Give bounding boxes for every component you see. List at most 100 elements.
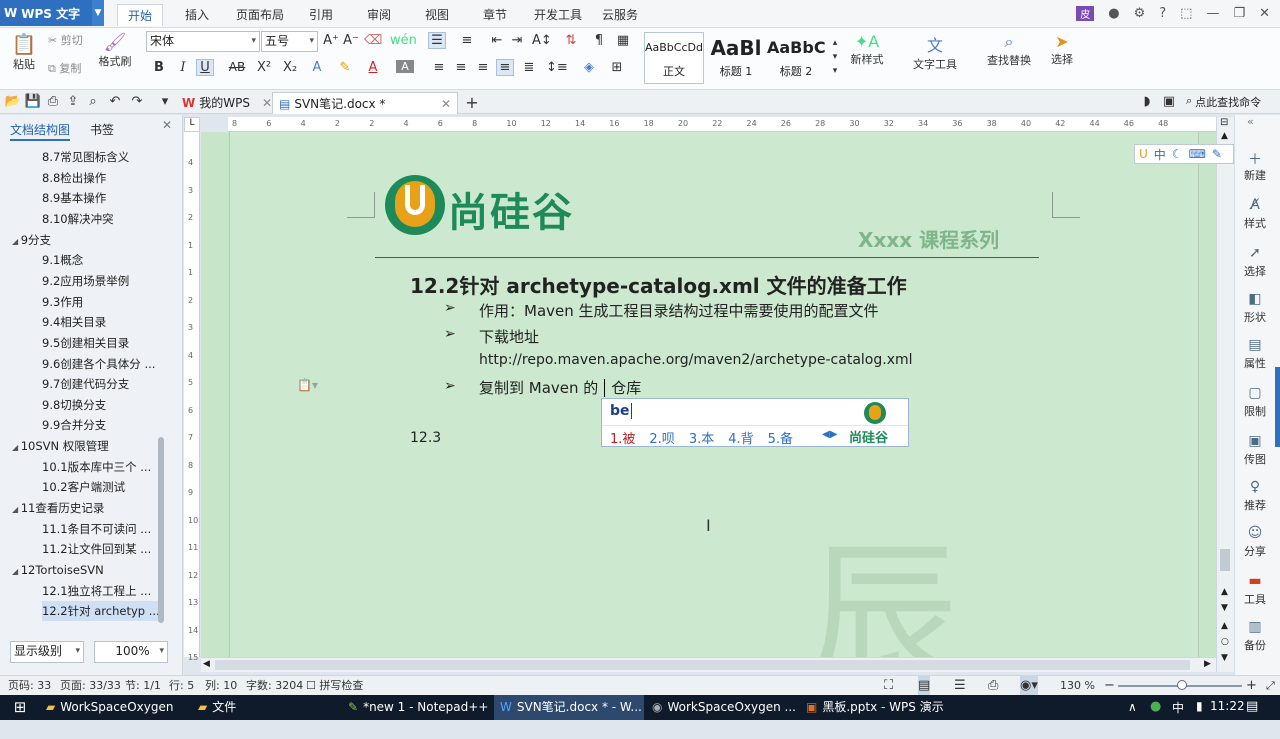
print-icon[interactable]: ⎙ — [44, 94, 62, 109]
tray-ime[interactable]: 中 — [1172, 699, 1184, 716]
expand-icon[interactable]: ◢ — [12, 567, 21, 576]
new-style-button[interactable]: ✦A 新样式 — [842, 32, 892, 67]
next-object-icon[interactable]: ▼ — [1221, 653, 1228, 663]
outline-item[interactable]: 9.2应用场景举例 — [42, 271, 160, 291]
ime-page-arrows-icon[interactable]: ◀▶ — [822, 429, 837, 440]
sidebar-style[interactable]: A̸ 样式 — [1235, 197, 1275, 231]
underline-button[interactable]: U — [196, 59, 214, 76]
taskbar-item[interactable]: ▰ WorkSpaceOxygen — [40, 695, 190, 720]
distributed-icon[interactable]: ≣ — [520, 60, 538, 75]
maximize-icon[interactable]: ❐ — [1233, 6, 1245, 21]
customize-icon[interactable]: ▾ — [156, 94, 174, 109]
bullet-text[interactable]: 作用：Maven 生成工程目录结构过程中需要使用的配置文件 — [479, 300, 879, 321]
align-right-icon[interactable]: ≡ — [474, 60, 492, 75]
paste-button[interactable]: 📋 粘贴 — [6, 32, 42, 72]
sidebar-properties[interactable]: ▤ 属性 — [1235, 337, 1275, 371]
save-icon[interactable]: 💾 — [24, 94, 42, 109]
ime-toolbar[interactable]: U 中 ☾ ⌨ ✎ — [1134, 144, 1234, 164]
clear-format-icon[interactable]: ⌫ — [364, 33, 382, 48]
chevron-down-icon[interactable]: ▼ — [92, 0, 104, 26]
outline-item[interactable]: 12.2针对 archetyp ... — [42, 601, 160, 622]
tab-review[interactable]: 审阅 — [357, 4, 401, 26]
paste-options-icon[interactable]: 📋▾ — [297, 378, 318, 392]
strikethrough-button[interactable]: AB — [226, 60, 248, 74]
tab-home[interactable]: 开始 — [117, 4, 164, 26]
wps-menu-button[interactable]: W WPS 文字 ▼ — [0, 0, 104, 26]
borders-icon[interactable]: ⊞ — [608, 60, 626, 75]
vertical-ruler[interactable]: 4 3 2 1 1 2 3 4 5 6 7 8 9 10 11 12 13 14 15 — [184, 132, 200, 662]
sidebar-select[interactable]: ➚ 选择 — [1235, 245, 1275, 279]
moon-icon[interactable]: ☾ — [1172, 147, 1183, 161]
tab-view[interactable]: 视图 — [415, 4, 459, 26]
outline-item[interactable]: 11.2让文件回到某 ... — [42, 539, 160, 559]
sidebar-backup[interactable]: ▥ 备份 — [1235, 619, 1275, 653]
tab-bookmark[interactable]: 书签 — [90, 121, 114, 141]
outline-item[interactable]: 8.9基本操作 — [42, 188, 160, 208]
align-left-icon[interactable]: ≡ — [430, 60, 448, 75]
copy-button[interactable]: ⧉ 复制 — [48, 60, 92, 76]
outline-item[interactable]: ◢ 10SVN 权限管理 — [12, 436, 109, 456]
sidebar-shape[interactable]: ◧ 形状 — [1235, 291, 1275, 325]
ruler-corner[interactable]: L — [184, 117, 200, 132]
text-effect-icon[interactable]: A — [308, 60, 326, 75]
scroll-left-icon[interactable]: ◀ — [203, 659, 210, 669]
next-heading[interactable]: 12.3 — [410, 430, 441, 446]
cut-button[interactable]: ✂ 剪切 — [48, 32, 92, 48]
shading-icon[interactable]: ◈ — [580, 60, 598, 75]
expand-icon[interactable]: ◢ — [12, 237, 21, 246]
undo-icon[interactable]: ↶ — [106, 94, 124, 109]
outline-item[interactable]: ◢ 9分支 — [12, 230, 51, 250]
show-marks-icon[interactable]: ¶ — [590, 33, 608, 48]
italic-button[interactable]: I — [174, 60, 192, 75]
superscript-button[interactable]: X² — [254, 60, 274, 75]
sidebar-recommend[interactable]: ♀ 推荐 — [1235, 479, 1275, 513]
ime-candidate[interactable]: 2.呗 — [649, 428, 674, 447]
prev-object-icon[interactable]: ▲ — [1221, 621, 1228, 631]
close-pane-icon[interactable]: ✕ — [162, 118, 172, 132]
user-icon[interactable]: ● — [1108, 6, 1119, 21]
ime-candidate[interactable]: 3.本 — [689, 428, 714, 447]
sidebar-upload-image[interactable]: ▣ 传图 — [1235, 433, 1275, 467]
preview-icon[interactable]: ⌕ — [84, 94, 102, 109]
browse-object-icon[interactable]: ○ — [1221, 637, 1229, 647]
tree-scrollbar[interactable] — [158, 437, 164, 623]
increase-indent-icon[interactable]: ⇥ — [508, 33, 526, 48]
help-icon[interactable]: ? — [1159, 6, 1166, 21]
taskbar-item[interactable]: ▣ 黑板.pptx - WPS 演示 — [800, 695, 952, 720]
horizontal-ruler[interactable]: 8 6 4 2 2 4 6 8 10 12 14 16 18 20 22 24 26 28 30 32 34 36 38 40… — [228, 117, 1216, 132]
zoom-out-icon[interactable]: − — [1104, 676, 1115, 695]
open-icon[interactable]: 📂 — [4, 94, 22, 109]
expand-icon[interactable]: ◢ — [12, 505, 21, 514]
fit-icon[interactable]: ⤢ — [1266, 676, 1275, 695]
ime-candidate[interactable]: 5.备 — [768, 428, 793, 447]
prev-page-icon[interactable]: ▲ — [1221, 587, 1228, 597]
sidebar-tools[interactable]: ▬ 工具 — [1235, 573, 1275, 607]
outline-item[interactable]: 9.6创建各个具体分 ... — [42, 354, 160, 374]
settings-icon[interactable]: ⚙ — [1134, 6, 1146, 21]
grow-font-icon[interactable]: A⁺ — [322, 33, 340, 48]
outline-item[interactable]: 10.1版本库中三个 ... — [42, 457, 160, 477]
text-tools-button[interactable]: 文 文字工具 — [906, 32, 964, 72]
outline-view-icon[interactable]: ☰ — [954, 676, 966, 695]
command-search[interactable]: ⌕ 点此查找命令 — [1186, 94, 1261, 110]
outline-item[interactable]: 8.7常见图标含义 — [42, 147, 160, 167]
notification-icon[interactable]: ▤ — [1246, 699, 1258, 714]
scroll-right-icon[interactable]: ▶ — [1204, 659, 1211, 669]
document-page[interactable]: 尚硅谷 Xxxx 课程系列 12.2针对 archetype-catalog.x… — [229, 132, 1199, 657]
tab-page-layout[interactable]: 页面布局 — [226, 4, 294, 26]
format-painter-button[interactable]: 🖌 格式刷 — [95, 32, 135, 69]
font-family-select[interactable]: 宋体 — [146, 31, 260, 52]
tab-svn-doc[interactable]: ▤ SVN笔记.docx * ✕ — [272, 92, 458, 114]
char-scale-icon[interactable]: A↕ — [532, 33, 552, 48]
section-heading[interactable]: 12.2针对 archetype-catalog.xml 文件的准备工作 — [410, 270, 907, 299]
spell-check-toggle[interactable]: ☐ 拼写检查 — [306, 676, 363, 695]
horizontal-scrollbar[interactable]: ◀ ▶ — [201, 657, 1216, 672]
minimize-icon[interactable]: — — [1206, 6, 1219, 21]
taskbar-item[interactable]: ◉ WorkSpaceOxygen ... — [646, 695, 798, 720]
decrease-indent-icon[interactable]: ⇤ — [488, 33, 506, 48]
close-tab-icon[interactable]: ✕ — [441, 94, 451, 114]
bullet-text[interactable]: 下载地址 — [479, 326, 539, 347]
taskbar-item[interactable]: W SVN笔记.docx * - W... — [494, 695, 644, 720]
eye-protect-icon[interactable]: ◉▾ — [1020, 676, 1038, 695]
line-spacing-icon[interactable]: ↕≡ — [546, 60, 568, 75]
